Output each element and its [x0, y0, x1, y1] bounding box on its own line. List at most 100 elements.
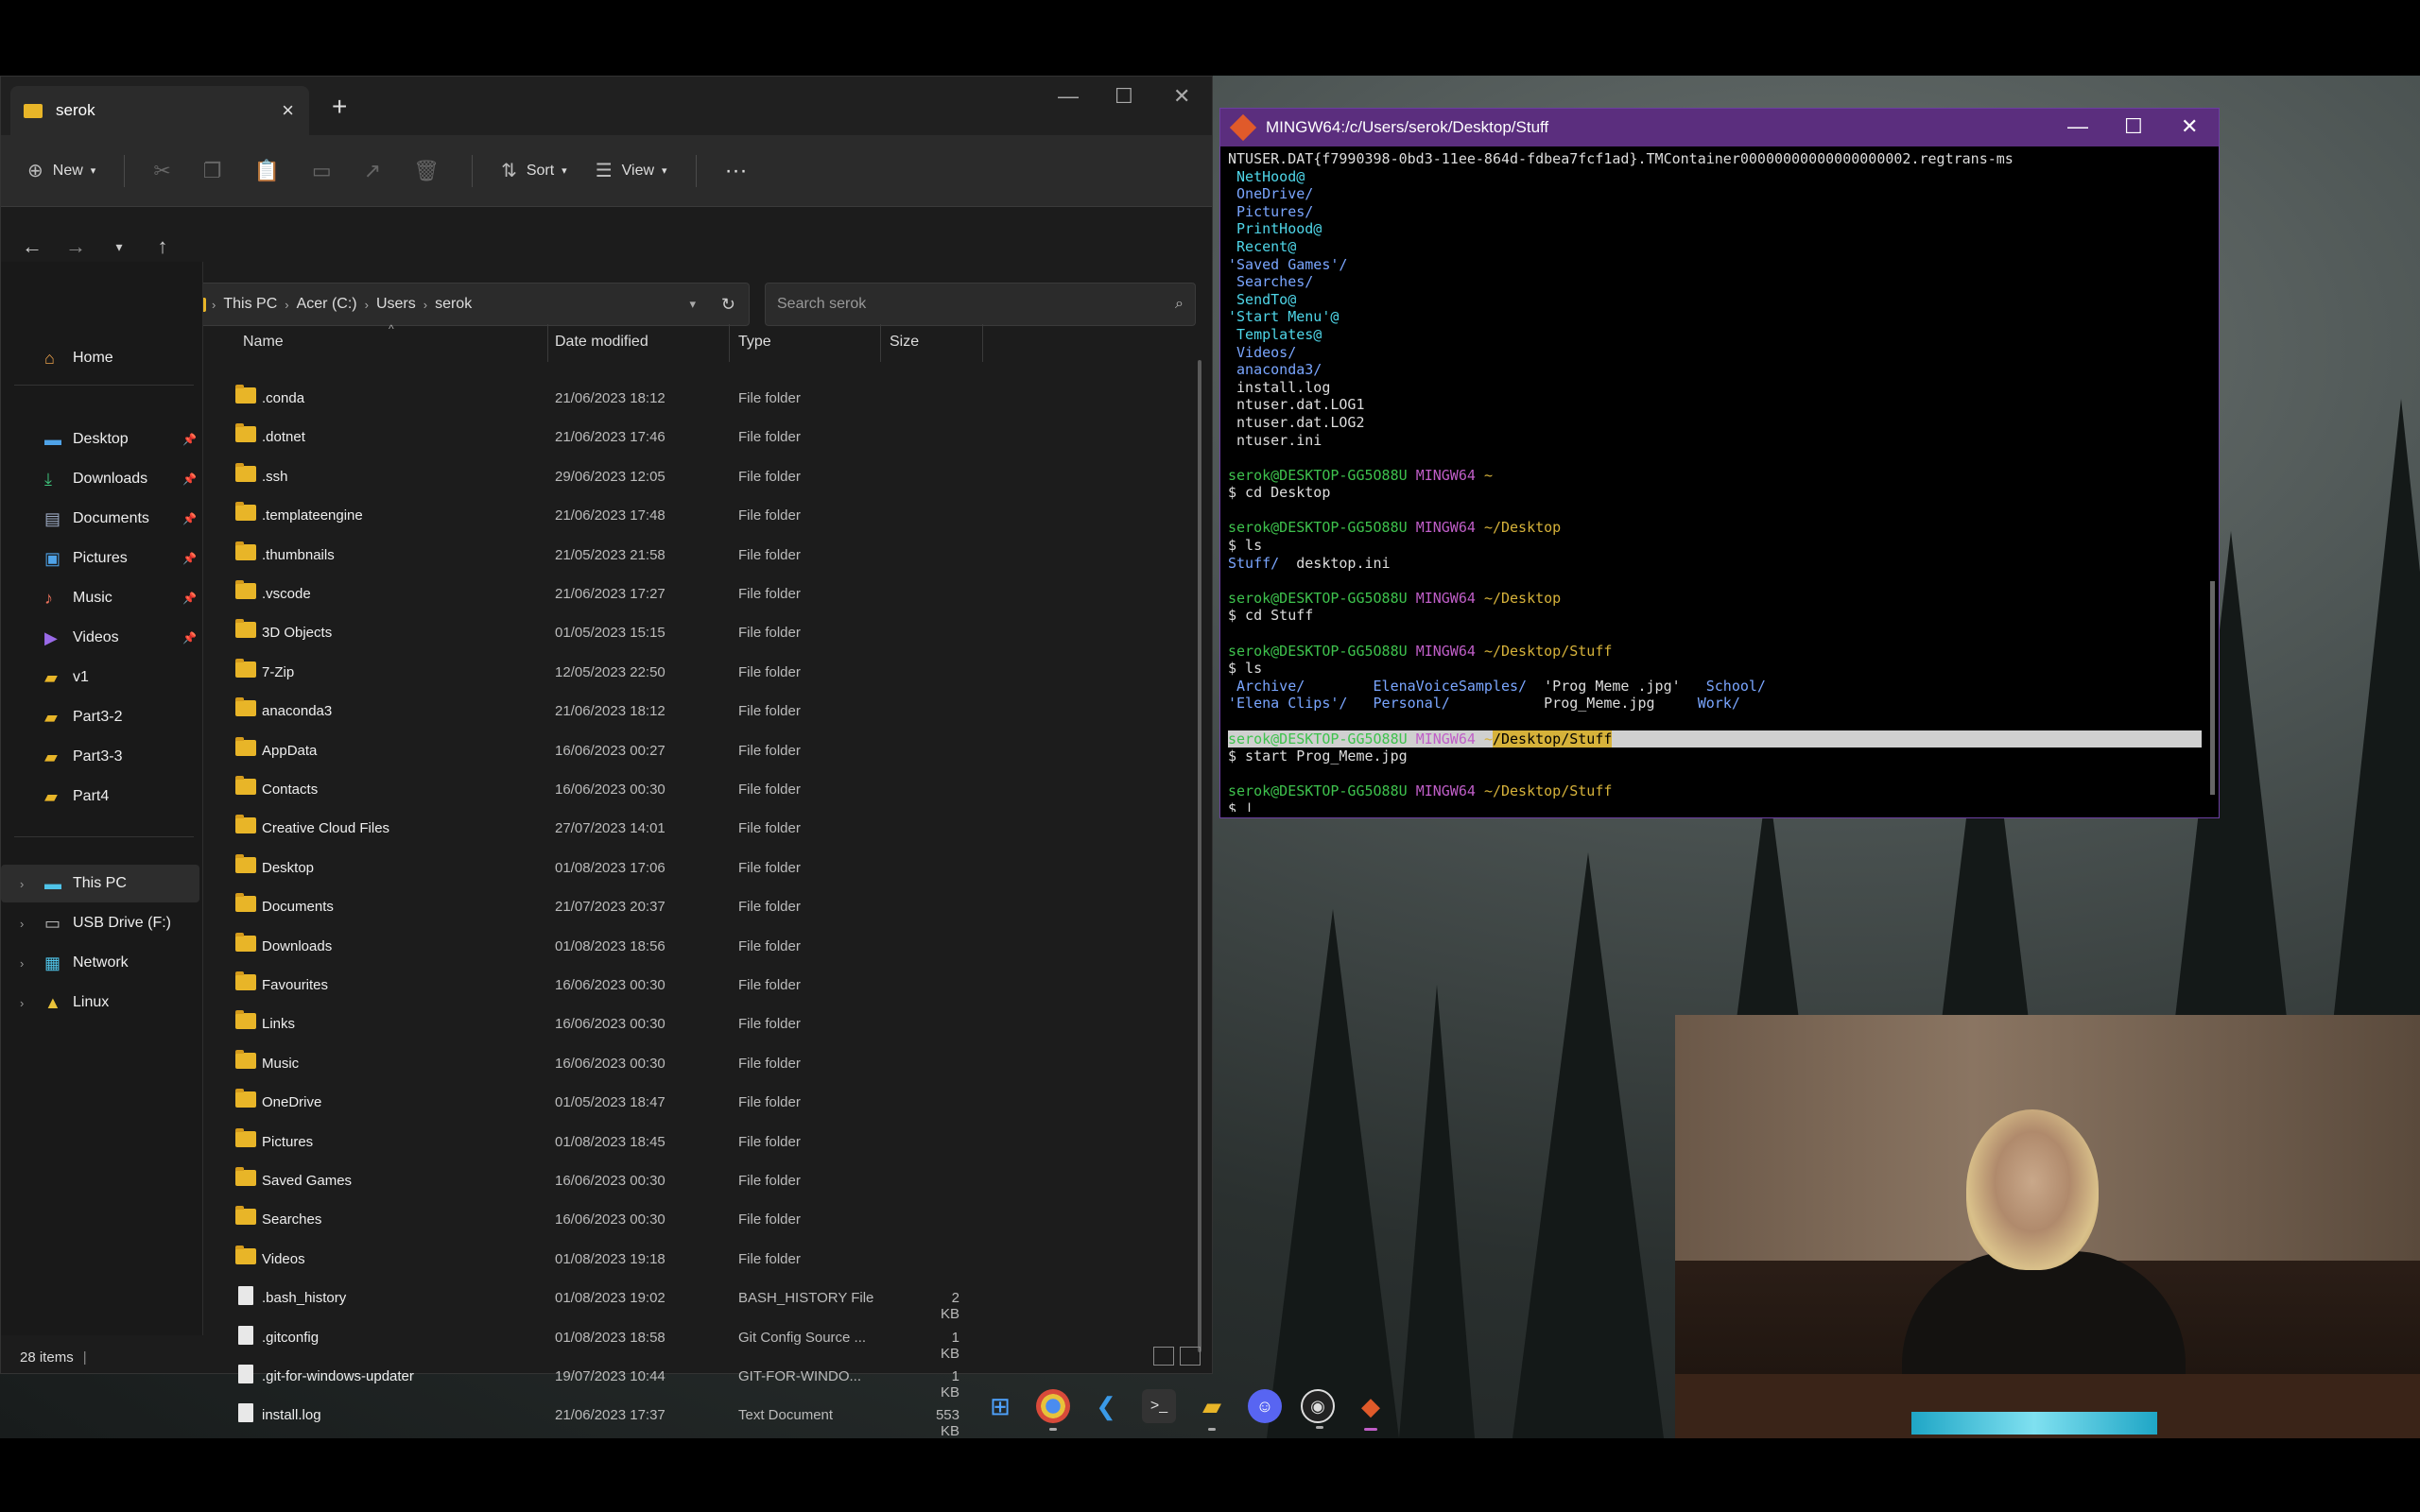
rename-icon[interactable]: ▭	[312, 159, 332, 183]
terminal-text: $ start Prog_Meme.jpg	[1228, 747, 1408, 765]
nav-downloads[interactable]: ⤓ Downloads 📌	[1, 460, 199, 498]
delete-icon[interactable]: 🗑	[413, 159, 440, 183]
nav-usb-drive[interactable]: › ▭ USB Drive (F:)	[1, 904, 199, 942]
column-divider[interactable]	[880, 324, 881, 362]
nav-documents[interactable]: ▤ Documents 📌	[1, 500, 199, 538]
file-row[interactable]: Videos 01/08/2023 19:18 File folder	[213, 1240, 1177, 1279]
file-row[interactable]: Searches 16/06/2023 00:30 File folder	[213, 1200, 1177, 1239]
up-icon[interactable]: ↑	[150, 234, 175, 259]
column-divider[interactable]	[982, 324, 983, 362]
forward-icon[interactable]: →	[63, 234, 88, 259]
file-row[interactable]: Contacts 16/06/2023 00:30 File folder	[213, 770, 1177, 809]
scrollbar[interactable]	[1198, 360, 1201, 1352]
webcam-keyboard	[1911, 1412, 2157, 1435]
minimize-icon[interactable]: —	[1058, 84, 1079, 109]
folder-icon	[235, 1245, 256, 1264]
nav-label: Part3-2	[73, 709, 123, 725]
more-options-icon[interactable]: ···	[725, 158, 748, 184]
file-row[interactable]: Desktop 01/08/2023 17:06 File folder	[213, 849, 1177, 887]
linux-icon: ▲	[44, 992, 61, 1012]
column-header-date[interactable]: Date modified	[555, 334, 648, 351]
nav-part3-2[interactable]: ▰ Part3-2	[1, 698, 199, 736]
close-icon[interactable]: ✕	[1173, 84, 1190, 109]
file-row[interactable]: .templateengine 21/06/2023 17:48 File fold…	[213, 496, 1177, 535]
copy-icon[interactable]: ❐	[203, 159, 222, 183]
expand-icon[interactable]: ›	[20, 917, 24, 931]
discord-icon[interactable]: ☺	[1248, 1389, 1282, 1423]
nav-network[interactable]: › ▦ Network	[1, 944, 199, 982]
nav-linux[interactable]: › ▲ Linux	[1, 984, 199, 1022]
file-name: Videos	[262, 1250, 305, 1267]
vscode-icon[interactable]: ❮	[1089, 1389, 1123, 1423]
column-divider[interactable]	[547, 324, 548, 362]
view-button[interactable]: ☰ View ▾	[596, 159, 667, 182]
file-row[interactable]: 7-Zip 12/05/2023 22:50 File folder	[213, 653, 1177, 692]
minimize-icon[interactable]: —	[2067, 114, 2088, 139]
maximize-icon[interactable]: ☐	[2124, 114, 2143, 139]
close-icon[interactable]: ✕	[2181, 114, 2198, 139]
expand-icon[interactable]: ›	[20, 877, 24, 891]
explorer-tab[interactable]: serok ×	[10, 86, 309, 135]
share-icon[interactable]: ↗	[364, 159, 381, 183]
terminal-output[interactable]: NTUSER.DAT{f7990398-0bd3-11ee-864d-fdbea…	[1228, 150, 2202, 812]
terminal-text: ntuser.dat.LOG2	[1228, 413, 1365, 431]
details-view-icon[interactable]	[1153, 1347, 1174, 1366]
nav-part4[interactable]: ▰ Part4	[1, 778, 199, 816]
file-row[interactable]: Saved Games 16/06/2023 00:30 File folder	[213, 1161, 1177, 1200]
nav-desktop[interactable]: ▬ Desktop 📌	[1, 421, 199, 458]
file-row[interactable]: .conda 21/06/2023 18:12 File folder	[213, 379, 1177, 418]
folder-icon	[235, 776, 256, 795]
file-row[interactable]: Downloads 01/08/2023 18:56 File folder	[213, 927, 1177, 966]
cut-icon[interactable]: ✂	[153, 159, 170, 183]
git-bash-icon[interactable]: ◆	[1354, 1389, 1388, 1431]
nav-videos[interactable]: ▶ Videos 📌	[1, 619, 199, 657]
file-row[interactable]: 3D Objects 01/05/2023 15:15 File folder	[213, 613, 1177, 652]
file-row[interactable]: Music 16/06/2023 00:30 File folder	[213, 1044, 1177, 1083]
column-header-type[interactable]: Type	[738, 334, 771, 351]
expand-icon[interactable]: ›	[20, 996, 24, 1010]
chrome-icon[interactable]	[1036, 1389, 1070, 1431]
expand-icon[interactable]: ›	[20, 956, 24, 971]
terminal-icon[interactable]: >_	[1142, 1389, 1176, 1423]
obs-icon[interactable]: ◉	[1301, 1389, 1335, 1429]
recent-locations-icon[interactable]: ▾	[107, 239, 131, 255]
new-button[interactable]: ⊕ New ▾	[27, 159, 95, 182]
paste-icon[interactable]: 📋	[253, 159, 279, 183]
nav-home[interactable]: ⌂ Home	[1, 339, 199, 377]
terminal-text: MINGW64	[1415, 519, 1484, 537]
file-row[interactable]: OneDrive 01/05/2023 18:47 File folder	[213, 1083, 1177, 1122]
nav-v1[interactable]: ▰ v1	[1, 659, 199, 696]
file-explorer-icon[interactable]: ▰	[1195, 1389, 1229, 1431]
terminal-scrollbar[interactable]	[2210, 581, 2215, 795]
back-icon[interactable]: ←	[20, 234, 44, 259]
usb-drive-icon: ▭	[44, 913, 61, 933]
start-icon[interactable]: ⊞	[983, 1389, 1017, 1423]
file-row[interactable]: .thumbnails 21/05/2023 21:58 File folder	[213, 536, 1177, 575]
new-tab-button[interactable]: +	[332, 92, 347, 122]
file-row[interactable]: Pictures 01/08/2023 18:45 File folder	[213, 1123, 1177, 1161]
sort-button[interactable]: ⇅ Sort ▾	[501, 159, 567, 182]
file-row[interactable]: .ssh 29/06/2023 12:05 File folder	[213, 457, 1177, 496]
nav-music[interactable]: ♪ Music 📌	[1, 579, 199, 617]
file-row[interactable]: Creative Cloud Files 27/07/2023 14:01 File…	[213, 809, 1177, 848]
file-row[interactable]: anaconda3 21/06/2023 18:12 File folder	[213, 692, 1177, 730]
tiles-view-icon[interactable]	[1180, 1347, 1201, 1366]
close-tab-icon[interactable]: ×	[282, 98, 294, 123]
nav-pictures[interactable]: ▣ Pictures 📌	[1, 540, 199, 577]
column-header-name[interactable]: Name	[243, 334, 284, 351]
nav-part3-3[interactable]: ▰ Part3-3	[1, 738, 199, 776]
file-row[interactable]: .bash_history 01/08/2023 19:02 BASH_HISTOR…	[213, 1279, 1177, 1322]
nav-this-pc[interactable]: › ▬ This PC	[1, 865, 199, 902]
file-row[interactable]: AppData 16/06/2023 00:27 File folder	[213, 731, 1177, 770]
column-divider[interactable]	[729, 324, 730, 362]
column-header-size[interactable]: Size	[890, 334, 919, 351]
terminal-text: $ cd Stuff	[1228, 607, 1314, 625]
file-type: File folder	[738, 663, 801, 680]
maximize-icon[interactable]: ☐	[1115, 84, 1133, 109]
file-row[interactable]: .vscode 21/06/2023 17:27 File folder	[213, 575, 1177, 613]
file-row[interactable]: Favourites 16/06/2023 00:30 File folder	[213, 966, 1177, 1005]
file-row[interactable]: Links 16/06/2023 00:30 File folder	[213, 1005, 1177, 1043]
file-row[interactable]: .dotnet 21/06/2023 17:46 File folder	[213, 418, 1177, 456]
file-row[interactable]: Documents 21/07/2023 20:37 File folder	[213, 887, 1177, 926]
